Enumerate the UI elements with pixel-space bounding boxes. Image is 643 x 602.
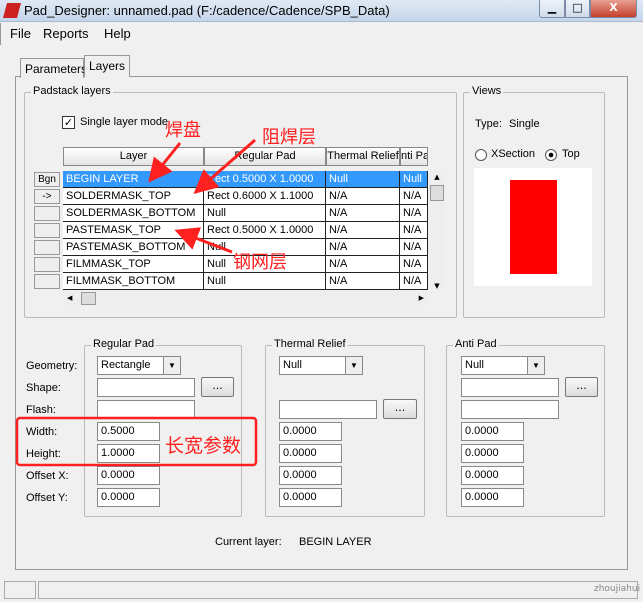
annotation-arrows (15, 138, 258, 467)
arrow-pastemask (174, 227, 233, 254)
annotation-dims: 长宽参数 (165, 435, 242, 457)
annotation-soldermask: 阻焊层 (262, 127, 316, 148)
arrow-pad (148, 142, 182, 183)
annotation-pad: 焊盘 (165, 120, 201, 141)
annotation-pastemask: 钢网层 (233, 252, 287, 273)
arrow-soldermask (193, 138, 256, 194)
tab-layers[interactable]: Layers (84, 55, 130, 77)
